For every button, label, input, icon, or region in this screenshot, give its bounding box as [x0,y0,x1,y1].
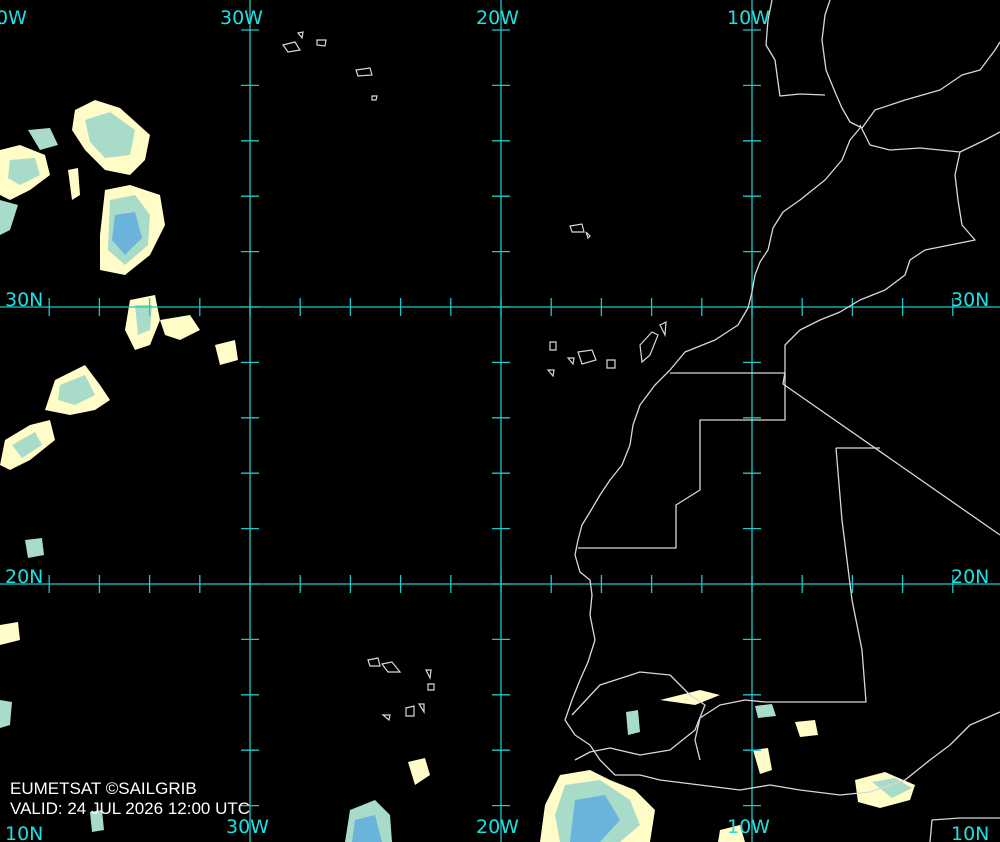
label-top-10w: 10W [727,7,770,29]
label-right-30n: 30N [951,289,989,311]
label-top-20w: 20W [476,7,519,29]
label-right-10n: 10N [951,823,989,842]
label-bottom-20w: 20W [476,816,519,838]
credit-source: EUMETSAT ©SAILGRIB [10,779,197,798]
label-right-20n: 20N [951,566,989,588]
satellite-map: 0W 30W 20W 10W 30N 30N 20N 20N 10N 30W 2… [0,0,1000,842]
label-top-30w: 30W [220,7,263,29]
label-bottom-10w: 10W [727,816,770,838]
label-bottom-left-edge: 10N [5,823,43,842]
credit-valid-time: VALID: 24 JUL 2026 12:00 UTC [10,799,251,818]
label-left-20n: 20N [5,566,43,588]
label-top-edge: 0W [0,7,27,29]
label-left-30n: 30N [5,289,43,311]
label-bottom-30w: 30W [226,816,269,838]
